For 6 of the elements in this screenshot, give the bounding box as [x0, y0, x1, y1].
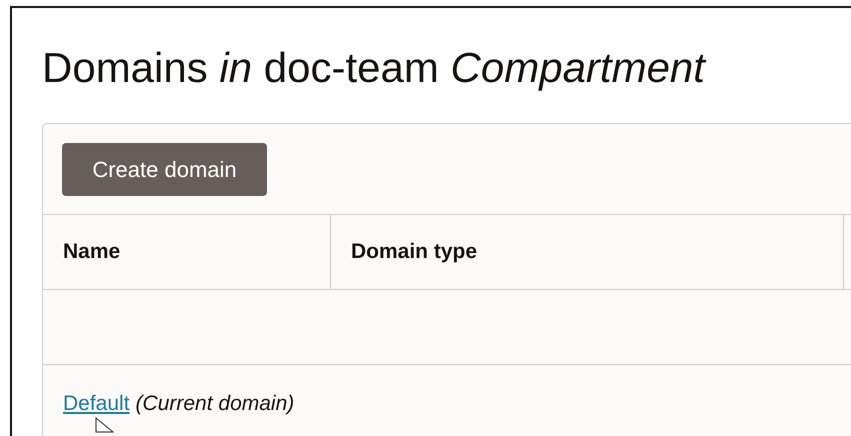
column-header[interactable]: Domain type [331, 215, 844, 289]
domain-note: (Current domain) [136, 392, 294, 416]
page-title: Domains in doc-team Compartment [42, 43, 708, 92]
create-domain-button[interactable]: Create domain [62, 143, 267, 196]
domain-link[interactable]: Default [63, 392, 130, 416]
column-header[interactable]: Name [43, 215, 331, 289]
